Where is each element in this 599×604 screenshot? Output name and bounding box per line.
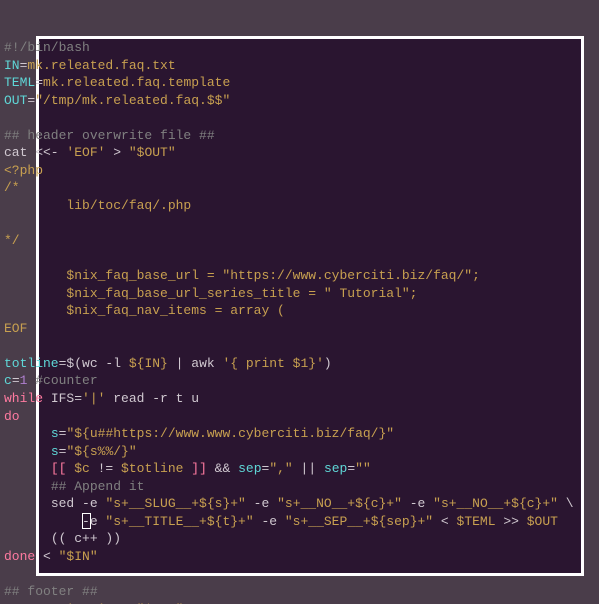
var-in: IN: [4, 58, 20, 73]
pad: [4, 514, 82, 529]
eq: =: [12, 373, 20, 388]
sed-expr: "s+__TITLE__+${t}+": [105, 514, 253, 529]
pad: [4, 444, 51, 459]
str: ",": [269, 461, 292, 476]
comment: ## Append it: [51, 479, 145, 494]
cmd-read: read: [105, 391, 144, 406]
heredoc-line: $nix_faq_base_url = "https://www.cyberci…: [4, 268, 480, 283]
pipe: |: [168, 356, 191, 371]
sed-expr: "s+__NO__+${c}+": [277, 496, 402, 511]
var-sep: sep: [324, 461, 347, 476]
eof-marker: EOF: [4, 321, 27, 336]
comment: ## header overwrite file ##: [4, 128, 215, 143]
eq: =: [35, 75, 43, 90]
out-ref: "$OUT": [129, 145, 176, 160]
kw-done: done: [4, 549, 35, 564]
comment: #counter: [27, 373, 97, 388]
redir-in: <: [35, 549, 58, 564]
cmd-wc: wc: [82, 356, 98, 371]
teml-ref: $TEML: [457, 514, 496, 529]
redir-in: <: [433, 514, 456, 529]
eof-marker: 'EOF': [66, 145, 105, 160]
sed-expr: "s+__NO__+${c}+": [433, 496, 558, 511]
or: ||: [293, 461, 324, 476]
in-ref: "$IN": [59, 549, 98, 564]
var-out: OUT: [4, 93, 27, 108]
flag: -l: [98, 356, 129, 371]
pad: [4, 496, 51, 511]
test-open: [[: [51, 461, 74, 476]
code-editor[interactable]: #!/bin/bash IN=mk.releated.faq.txt TEML=…: [0, 0, 599, 604]
cmd-sed: sed: [51, 496, 74, 511]
close-paren: ): [324, 356, 332, 371]
flag-e: -e: [74, 496, 105, 511]
cmd-cat: cat: [4, 145, 27, 160]
shebang: #!/bin/bash: [4, 40, 90, 55]
ne: !=: [90, 461, 121, 476]
kw-do: do: [4, 409, 20, 424]
in-ref: ${IN}: [129, 356, 168, 371]
str: mk.releated.faq.txt: [27, 58, 175, 73]
var-teml: TEML: [4, 75, 35, 90]
heredoc-line: */: [4, 233, 20, 248]
sed-expr: "s+__SEP__+${sep}+": [285, 514, 433, 529]
str: "/tmp/mk.releated.faq.$$": [35, 93, 230, 108]
assign: =$(: [59, 356, 82, 371]
redir-out: >>: [496, 514, 527, 529]
test-close: ]]: [183, 461, 206, 476]
str: mk.releated.faq.template: [43, 75, 230, 90]
ifs-val: '|': [82, 391, 105, 406]
and: &&: [207, 461, 238, 476]
redir: >: [105, 145, 128, 160]
str: "${u##https://www.www.cyberciti.biz/faq/…: [66, 426, 394, 441]
flag-e: -e: [246, 496, 277, 511]
str: "${s%%/}": [66, 444, 136, 459]
heredoc-line: $nix_faq_base_url_series_title = " Tutor…: [4, 286, 417, 301]
heredoc-line: /*: [4, 180, 20, 195]
flag-e: -e: [82, 514, 105, 529]
pad: [4, 479, 51, 494]
var-s: s: [51, 444, 59, 459]
c-ref: $c: [74, 461, 90, 476]
pad: [4, 426, 51, 441]
heredoc-op: <<-: [27, 145, 66, 160]
arith: (( c++ )): [51, 531, 121, 546]
pad: [4, 461, 51, 476]
var-totline: totline: [4, 356, 59, 371]
heredoc-line: $nix_faq_nav_items = array (: [4, 303, 285, 318]
sed-expr: "s+__SLUG__+${s}+": [105, 496, 245, 511]
pad: [4, 531, 51, 546]
var-sep: sep: [238, 461, 261, 476]
flag-e: -e: [254, 514, 285, 529]
str: "": [355, 461, 371, 476]
awk-prog: '{ print $1}': [215, 356, 324, 371]
code-content: #!/bin/bash IN=mk.releated.faq.txt TEML=…: [4, 39, 599, 604]
var-c: c: [4, 373, 12, 388]
flag-e: -e: [402, 496, 433, 511]
line-cont: \: [558, 496, 574, 511]
kw-while: while: [4, 391, 43, 406]
var-s: s: [51, 426, 59, 441]
read-flags: -r t u: [144, 391, 199, 406]
heredoc-line: <?php: [4, 163, 43, 178]
ifs-assign: IFS=: [43, 391, 82, 406]
totline-ref: $totline: [121, 461, 183, 476]
heredoc-line: lib/toc/faq/.php: [4, 198, 191, 213]
comment: ## footer ##: [4, 584, 98, 599]
eq: =: [347, 461, 355, 476]
out-ref: $OUT: [527, 514, 558, 529]
cmd-awk: awk: [191, 356, 214, 371]
